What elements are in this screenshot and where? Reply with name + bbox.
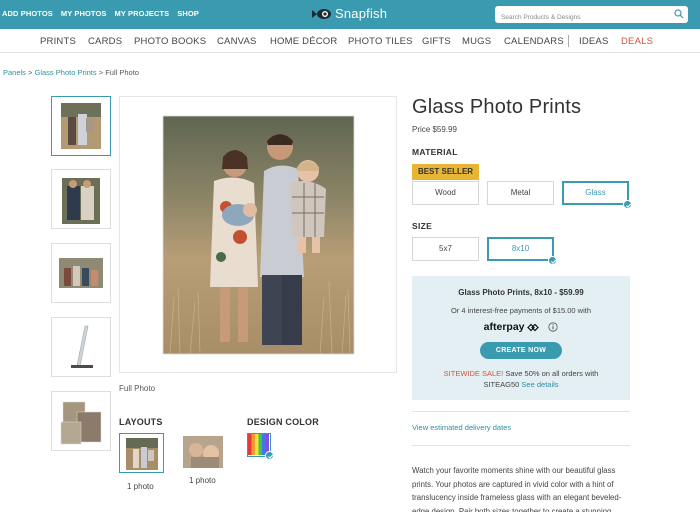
promo-code-row: SITEAG50 See details bbox=[412, 380, 630, 389]
afterpay-row: afterpay bbox=[412, 321, 630, 333]
layout-option-1-caption: 1 photo bbox=[127, 482, 154, 491]
material-option-glass[interactable]: Glass bbox=[562, 181, 629, 205]
thumbnail-1[interactable] bbox=[51, 96, 111, 156]
snapfish-logo[interactable]: Snapfish bbox=[312, 6, 387, 21]
divider bbox=[412, 445, 630, 446]
category-nav: PRINTS CARDS PHOTO BOOKS CANVAS HOME DÉC… bbox=[0, 29, 700, 53]
my-photos-link[interactable]: MY PHOTOS bbox=[61, 9, 107, 18]
layouts-label: LAYOUTS bbox=[119, 417, 163, 427]
installment-text: Or 4 interest-free payments of $15.00 wi… bbox=[450, 306, 592, 315]
nav-divider bbox=[568, 35, 569, 47]
thumbnail-2[interactable] bbox=[51, 169, 111, 229]
sale-description: Save 50% on all orders with bbox=[505, 369, 599, 378]
material-option-wood[interactable]: Wood bbox=[412, 181, 479, 205]
logo-text: Snapfish bbox=[335, 6, 388, 21]
search-box bbox=[495, 6, 688, 26]
top-bar: ADD PHOTOS MY PHOTOS MY PROJECTS SHOP Sn… bbox=[0, 0, 700, 29]
thumbnail-4[interactable] bbox=[51, 317, 111, 377]
material-option-metal[interactable]: Metal bbox=[487, 181, 554, 205]
size-option-5x7[interactable]: 5x7 bbox=[412, 237, 479, 261]
breadcrumb: Panels > Glass Photo Prints > Full Photo bbox=[3, 68, 139, 77]
group-photo-thumbnail bbox=[52, 244, 110, 302]
purchase-panel: Glass Photo Prints, 8x10 - $59.99 Or 4 i… bbox=[412, 276, 630, 400]
breadcrumb-separator: > bbox=[28, 68, 33, 77]
breadcrumb-panels[interactable]: Panels bbox=[3, 68, 26, 77]
thumbnail-3[interactable] bbox=[51, 243, 111, 303]
shop-link[interactable]: SHOP bbox=[177, 9, 199, 18]
info-icon[interactable] bbox=[548, 322, 558, 332]
create-now-button[interactable]: CREATE NOW bbox=[480, 342, 562, 359]
nav-prints[interactable]: PRINTS bbox=[40, 36, 76, 47]
layout-portrait-preview bbox=[181, 433, 226, 473]
product-description: Watch your favorite moments shine with o… bbox=[412, 466, 622, 512]
afterpay-arrows-icon bbox=[527, 323, 540, 332]
divider bbox=[412, 411, 630, 412]
see-details-link[interactable]: See details bbox=[521, 380, 558, 389]
breadcrumb-separator: > bbox=[98, 68, 104, 77]
family-photo-thumbnail bbox=[52, 97, 110, 155]
top-nav: ADD PHOTOS MY PHOTOS MY PROJECTS SHOP bbox=[2, 9, 199, 18]
layout-full-photo-preview bbox=[120, 434, 163, 472]
gallery-caption: Full Photo bbox=[119, 384, 156, 393]
family-photo bbox=[162, 115, 355, 355]
print-collage-thumbnail bbox=[52, 392, 110, 450]
material-label: MATERIAL bbox=[412, 147, 458, 157]
nav-photo-tiles[interactable]: PHOTO TILES bbox=[348, 36, 413, 47]
thumbnail-5[interactable] bbox=[51, 391, 111, 451]
search-input[interactable] bbox=[495, 9, 665, 26]
sale-text: SITEWIDE SALE! Save 50% on all orders wi… bbox=[412, 369, 630, 378]
promo-code: SITEAG50 bbox=[483, 380, 520, 389]
check-icon bbox=[265, 451, 274, 460]
glass-side-view-thumbnail bbox=[52, 318, 110, 376]
nav-canvas[interactable]: CANVAS bbox=[217, 36, 257, 47]
afterpay-logo: afterpay bbox=[483, 321, 525, 333]
nav-deals[interactable]: DEALS bbox=[621, 36, 653, 47]
breadcrumb-glass-photo-prints[interactable]: Glass Photo Prints bbox=[35, 68, 97, 77]
sale-label: SITEWIDE SALE! bbox=[443, 369, 504, 378]
layout-option-1[interactable] bbox=[119, 433, 164, 473]
product-price: Price $59.99 bbox=[412, 125, 457, 134]
product-title: Glass Photo Prints bbox=[412, 96, 582, 118]
search-icon[interactable] bbox=[674, 9, 684, 19]
main-product-image bbox=[119, 96, 397, 373]
size-option-8x10[interactable]: 8x10 bbox=[487, 237, 554, 261]
nav-cards[interactable]: CARDS bbox=[88, 36, 122, 47]
my-projects-link[interactable]: MY PROJECTS bbox=[115, 9, 170, 18]
fish-logo-icon bbox=[312, 8, 331, 19]
nav-mugs[interactable]: MUGS bbox=[462, 36, 491, 47]
nav-photo-books[interactable]: PHOTO BOOKS bbox=[134, 36, 206, 47]
layout-option-2[interactable] bbox=[181, 433, 226, 473]
size-label: SIZE bbox=[412, 221, 433, 231]
check-icon bbox=[623, 200, 632, 209]
layout-option-2-caption: 1 photo bbox=[189, 476, 216, 485]
best-seller-badge: BEST SELLER bbox=[412, 164, 479, 180]
nav-gifts[interactable]: GIFTS bbox=[422, 36, 451, 47]
couple-photo-thumbnail bbox=[52, 170, 110, 228]
design-color-label: DESIGN COLOR bbox=[247, 417, 319, 427]
purchase-summary: Glass Photo Prints, 8x10 - $59.99 bbox=[458, 288, 584, 297]
nav-calendars[interactable]: CALENDARS bbox=[504, 36, 564, 47]
delivery-dates-link[interactable]: View estimated delivery dates bbox=[412, 423, 511, 432]
nav-ideas[interactable]: IDEAS bbox=[579, 36, 609, 47]
breadcrumb-current: Full Photo bbox=[105, 68, 139, 77]
check-icon bbox=[548, 256, 557, 265]
add-photos-link[interactable]: ADD PHOTOS bbox=[2, 9, 53, 18]
nav-home-decor[interactable]: HOME DÉCOR bbox=[270, 36, 337, 47]
